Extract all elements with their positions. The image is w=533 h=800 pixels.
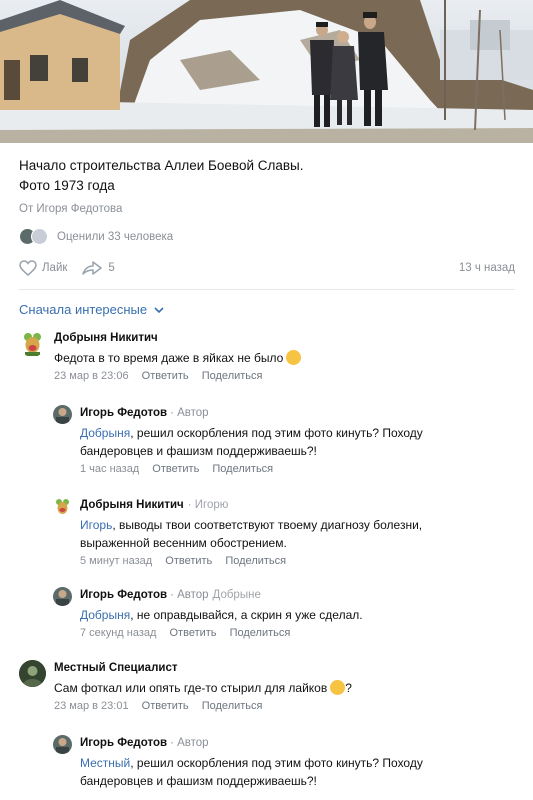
likes-summary-text: Оценили 33 человека: [57, 231, 174, 243]
caption-line: Начало строительства Аллеи Боевой Славы.: [19, 158, 304, 173]
mention-link[interactable]: Местный: [80, 756, 130, 770]
comment-text: Игорь, выводы твои соответствуют твоему …: [80, 516, 520, 552]
avatar[interactable]: [19, 660, 46, 687]
share-button[interactable]: 5: [81, 260, 115, 276]
comment-date: 23 мар в 23:06: [54, 370, 129, 382]
comment-text-content: выраженной весенним обострением.: [80, 536, 287, 550]
comment-author[interactable]: Добрыня Никитич: [80, 499, 184, 511]
reply-to-label[interactable]: Добрыне: [213, 589, 261, 601]
share-count: 5: [108, 262, 115, 274]
share-comment-button[interactable]: Поделиться: [225, 555, 286, 567]
comment-text-content: , выводы твои соответствуют твоему диагн…: [112, 518, 423, 532]
chevron-down-icon: [154, 306, 164, 313]
comment: Добрыня Никитич Федота в то время даже в…: [19, 330, 519, 392]
post-time: 13 ч назад: [458, 262, 515, 274]
likes-summary[interactable]: Оценили 33 человека: [19, 228, 173, 246]
share-comment-button[interactable]: Поделиться: [212, 463, 273, 475]
sort-dropdown[interactable]: Сначала интересные: [19, 302, 164, 317]
comment-text: Сам фоткал или опять где-то стырил для л…: [54, 680, 352, 695]
comment-text-content: , решил оскорбления под этим фото кинуть…: [130, 756, 423, 770]
reply-button[interactable]: Ответить: [152, 463, 199, 475]
avatar[interactable]: [19, 330, 46, 357]
comment-text-content: , решил оскорбления под этим фото кинуть…: [130, 426, 423, 440]
comment-text: Добрыня, решил оскорбления под этим фото…: [80, 424, 520, 460]
comment-author[interactable]: Добрыня Никитич: [54, 332, 158, 344]
comment: Игорь Федотов · Автор Добрыня, решил оско…: [53, 405, 523, 485]
comment-meta: 23 мар в 23:06 Ответить Поделиться: [54, 370, 514, 382]
like-label: Лайк: [42, 262, 68, 274]
comment-text: Местный, решил оскорбления под этим фото…: [80, 754, 520, 790]
comment-meta: 1 час назад Ответить Поделиться: [80, 463, 520, 475]
mention-link[interactable]: Добрыня: [80, 426, 130, 440]
avatar[interactable]: [53, 497, 72, 516]
avatar[interactable]: [53, 587, 72, 606]
author-badge: · Автор: [170, 407, 209, 419]
comment-author[interactable]: Игорь Федотов: [80, 737, 167, 749]
caption-line: Фото 1973 года: [19, 178, 115, 193]
comment-date: 1 час назад: [80, 463, 140, 475]
mention-link[interactable]: Игорь: [80, 518, 112, 532]
avatar[interactable]: [53, 735, 72, 754]
share-arrow-icon: [82, 261, 103, 275]
comment: Местный Специалист Сам фоткал или опять …: [19, 660, 519, 722]
divider: [19, 289, 515, 290]
laughing-emoji-icon: [286, 350, 302, 365]
comment-meta: 23 мар в 23:01 Ответить Поделиться: [54, 700, 514, 712]
reply-button[interactable]: Ответить: [165, 555, 212, 567]
comment: Игорь Федотов · Автор Добрыне Добрыня, не …: [53, 587, 523, 649]
share-comment-button[interactable]: Поделиться: [202, 700, 263, 712]
share-comment-button[interactable]: Поделиться: [230, 627, 291, 639]
like-button[interactable]: Лайк: [19, 260, 67, 276]
reply-button[interactable]: Ответить: [142, 370, 189, 382]
comment-text-content: Сам фоткал или опять где-то стырил для л…: [54, 681, 328, 695]
post-actions: Лайк 5 13 ч назад: [19, 258, 515, 278]
reply-button[interactable]: Ответить: [170, 627, 217, 639]
comment-author[interactable]: Местный Специалист: [54, 662, 177, 674]
post-photo[interactable]: [0, 0, 533, 143]
comment-author[interactable]: Игорь Федотов: [80, 589, 167, 601]
comment: Добрыня Никитич · Игорю Игорь, выводы тво…: [53, 497, 523, 577]
comment-text-content: бандеровцев и фашизм поддерживаешь?!: [80, 774, 317, 788]
comment-meta: 7 секунд назад Ответить Поделиться: [80, 627, 520, 639]
comment-text-content: бандеровцев и фашизм поддерживаешь?!: [80, 444, 317, 458]
comment-date: 23 мар в 23:01: [54, 700, 129, 712]
heart-icon: [19, 260, 37, 276]
thinking-emoji-icon: [330, 680, 346, 695]
comment-text: Федота в то время даже в яйках не было: [54, 349, 514, 367]
mention-link[interactable]: Добрыня: [80, 608, 130, 622]
liker-avatars: [19, 228, 51, 246]
sort-label: Сначала интересные: [19, 302, 148, 317]
comment: Игорь Федотов · Автор Местный, решил оско…: [53, 735, 523, 800]
comment-text: Добрыня, не оправдывайся, а скрин я уже …: [80, 606, 520, 624]
reply-to-label[interactable]: · Игорю: [188, 499, 229, 511]
avatar: [31, 228, 48, 245]
post-caption: Начало строительства Аллеи Боевой Славы.…: [19, 156, 304, 196]
comment-author[interactable]: Игорь Федотов: [80, 407, 167, 419]
comment-text-content: , не оправдывайся, а скрин я уже сделал.: [130, 608, 363, 622]
reply-button[interactable]: Ответить: [142, 700, 189, 712]
share-comment-button[interactable]: Поделиться: [202, 370, 263, 382]
author-badge: · Автор: [170, 737, 209, 749]
comment-date: 7 секунд назад: [80, 627, 157, 639]
avatar[interactable]: [53, 405, 72, 424]
comment-date: 5 минут назад: [80, 555, 153, 567]
comment-meta: 5 минут назад Ответить Поделиться: [80, 555, 520, 567]
post-author[interactable]: От Игоря Федотова: [19, 203, 122, 215]
author-badge: · Автор: [170, 589, 209, 601]
comment-text-content: Федота в то время даже в яйках не было: [54, 351, 284, 365]
